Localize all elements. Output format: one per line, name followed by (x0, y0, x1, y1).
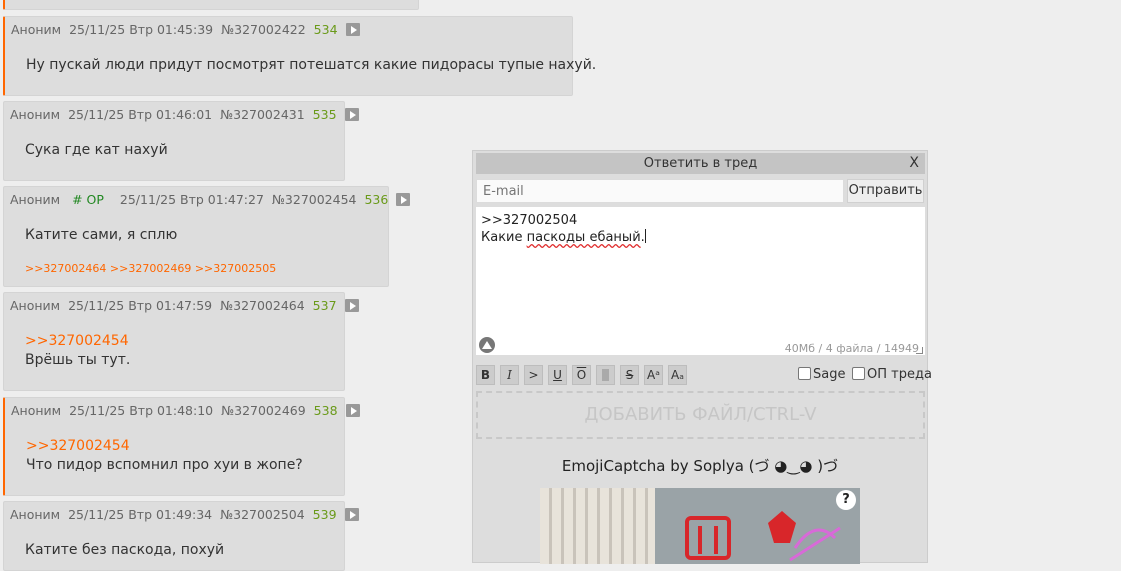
post-id[interactable]: №327002464 (220, 298, 305, 313)
post-header: Аноним 25/11/25 Втр 01:48:10 №327002469 … (11, 403, 364, 418)
captcha-emoji (768, 511, 796, 543)
post-id[interactable]: №327002504 (220, 507, 305, 522)
post-count: 538 (313, 403, 338, 418)
send-button[interactable]: Отправить (847, 179, 924, 203)
post-author: Аноним (11, 403, 62, 418)
post-date: 25/11/25 Втр 01:45:39 (69, 22, 214, 37)
captcha-emoji (789, 526, 841, 562)
post-date: 25/11/25 Втр 01:48:10 (69, 403, 214, 418)
post-partial (3, 0, 419, 10)
post-id[interactable]: №327002431 (220, 107, 305, 122)
post-menu-icon[interactable] (344, 108, 359, 121)
quote-button[interactable]: > (524, 365, 543, 385)
post-id[interactable]: №327002422 (221, 22, 306, 37)
help-icon[interactable]: ? (836, 490, 856, 510)
captcha-title: EmojiCaptcha by Soplya (づ ◕‿◕ )づ (561, 457, 839, 475)
post-author: Аноним (10, 507, 61, 522)
email-input[interactable] (476, 179, 844, 203)
post-text: Врёшь ты тут. (25, 352, 131, 368)
post-count: 536 (364, 192, 389, 207)
quote-link[interactable]: >>327002454 (25, 332, 130, 351)
file-dropzone[interactable]: ДОБАВИТЬ ФАЙЛ/CTRL-V (476, 391, 925, 439)
post-536: Аноним # OP 25/11/25 Втр 01:47:27 №32700… (3, 186, 411, 287)
logo-icon (479, 337, 495, 353)
post-body: >>327002454 Что пидор вспомнил про хуи в… (26, 437, 303, 475)
reply-form-header[interactable]: Ответить в тред X (476, 153, 925, 174)
post-text: Ну пускай люди придут посмотрят потешатс… (26, 57, 597, 73)
captcha-emoji-overlay (685, 511, 841, 562)
bold-button[interactable]: B (476, 365, 495, 385)
post-text: Катите сами, я сплю (25, 227, 178, 243)
op-tag: # OP (72, 192, 104, 207)
sage-checkbox[interactable]: Sage (798, 367, 845, 382)
message-line: >>327002504 (481, 213, 578, 228)
quote-link[interactable]: >>327002454 (26, 437, 303, 456)
post-menu-icon[interactable] (344, 508, 359, 521)
post-text: Что пидор вспомнил про хуи в жопе? (26, 457, 303, 473)
underline-button[interactable]: U (548, 365, 567, 385)
post-header: Аноним 25/11/25 Втр 01:49:34 №327002504 … (10, 507, 363, 522)
post-body: >>327002454 Врёшь ты тут. (25, 332, 130, 370)
reply-form: Ответить в тред X Отправить >>327002504 … (472, 150, 932, 564)
post-menu-icon[interactable] (345, 404, 360, 417)
post-header: Аноним 25/11/25 Втр 01:45:39 №327002422 … (11, 22, 364, 37)
post-537: Аноним 25/11/25 Втр 01:47:59 №327002464 … (3, 292, 359, 391)
post-text: Сука где кат нахуй (25, 142, 168, 158)
post-author: Аноним (10, 298, 61, 313)
op-checkbox[interactable]: ОП треда (852, 367, 932, 382)
captcha-image[interactable]: ? (540, 488, 860, 564)
strike-button[interactable]: S (620, 365, 639, 385)
post-replies[interactable]: >>327002464 >>327002469 >>327002505 (25, 262, 276, 275)
post-538: Аноним 25/11/25 Втр 01:48:10 №327002469 … (3, 397, 360, 496)
captcha-emoji (685, 516, 731, 560)
subscript-button[interactable]: Aₐ (668, 365, 687, 385)
post-author: Аноним (10, 107, 61, 122)
post-menu-icon[interactable] (345, 23, 360, 36)
post-header: Аноним 25/11/25 Втр 01:47:59 №327002464 … (10, 298, 363, 313)
resize-handle-icon[interactable] (916, 347, 923, 354)
post-539: Аноним 25/11/25 Втр 01:49:34 №327002504 … (3, 501, 359, 571)
post-535: Аноним 25/11/25 Втр 01:46:01 №327002431 … (3, 101, 359, 181)
post-menu-icon[interactable] (344, 299, 359, 312)
text-caret (644, 229, 646, 243)
post-count: 539 (312, 507, 337, 522)
post-menu-icon[interactable] (396, 193, 411, 206)
post-count: 534 (313, 22, 338, 37)
reply-form-title: Ответить в тред (643, 156, 758, 171)
sage-label: Sage (813, 367, 846, 382)
checkbox-icon[interactable] (852, 367, 865, 380)
close-icon[interactable]: X (909, 153, 919, 174)
post-text: Катите без паскода, похуй (25, 542, 225, 558)
message-line: Какие паскоды ебаный. (481, 229, 920, 246)
checkbox-icon[interactable] (798, 367, 811, 380)
spoiler-button[interactable] (596, 365, 615, 385)
post-id[interactable]: №327002454 (272, 192, 357, 207)
italic-button[interactable]: I (500, 365, 519, 385)
message-text: Какие (481, 230, 527, 245)
message-textarea[interactable]: >>327002504 Какие паскоды ебаный. (476, 207, 925, 355)
op-label: ОП треда (867, 367, 932, 382)
post-date: 25/11/25 Втр 01:49:34 (68, 507, 213, 522)
post-author: Аноним (11, 22, 62, 37)
post-id[interactable]: №327002469 (221, 403, 306, 418)
post-534: Аноним 25/11/25 Втр 01:45:39 №327002422 … (3, 16, 596, 96)
file-limits: 40Мб / 4 файла / 14949 (784, 342, 919, 355)
post-header: Аноним 25/11/25 Втр 01:46:01 №327002431 … (10, 107, 363, 122)
overline-button[interactable]: O (572, 365, 591, 385)
post-count: 535 (312, 107, 337, 122)
post-date: 25/11/25 Втр 01:46:01 (68, 107, 213, 122)
post-header: Аноним # OP 25/11/25 Втр 01:47:27 №32700… (10, 192, 414, 207)
misspelled-text: паскоды ебаный (526, 230, 641, 245)
superscript-button[interactable]: Aᵃ (644, 365, 663, 385)
post-count: 537 (312, 298, 337, 313)
post-author: Аноним (10, 192, 61, 207)
post-date: 25/11/25 Втр 01:47:27 (119, 192, 264, 207)
post-date: 25/11/25 Втр 01:47:59 (68, 298, 213, 313)
